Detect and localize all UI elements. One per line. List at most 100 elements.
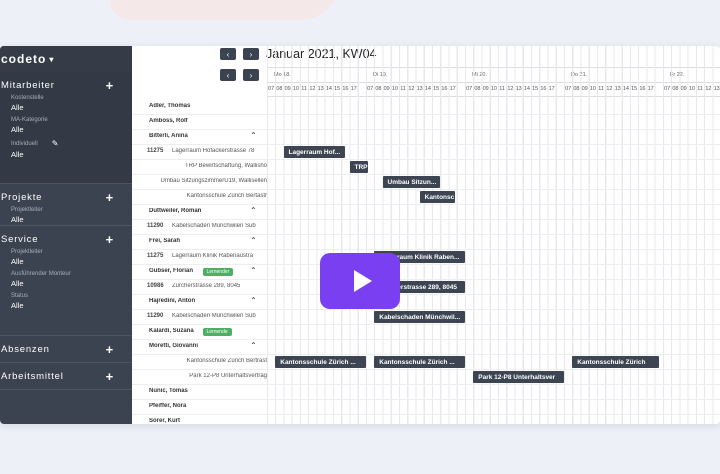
filter-label: Status xyxy=(11,293,29,299)
assignment-bar[interactable]: Park 12-P8 Unterhaltsver xyxy=(473,371,564,383)
plus-icon[interactable]: + xyxy=(106,343,114,356)
filter-value: Alle xyxy=(11,279,24,288)
next-day-button[interactable]: › xyxy=(243,69,259,81)
hour-label: 16 xyxy=(441,86,448,92)
sidebar-section-service: Service + Projektleiter Alle Ausführender Mo… xyxy=(0,226,132,336)
hour-label: 13 xyxy=(515,86,522,92)
hour-label: 09 xyxy=(482,86,489,92)
employee-row[interactable]: Bitterli, Anina ⌃ xyxy=(132,130,720,145)
hour-label: 10 xyxy=(391,86,398,92)
employee-name: Frei, Sarah xyxy=(149,238,181,244)
hour-label: 07 xyxy=(268,86,275,92)
hour-label: 12 xyxy=(606,86,613,92)
pencil-icon[interactable]: ✎ xyxy=(52,139,59,148)
page-title: Januar 2021, KW04 xyxy=(266,47,377,61)
plus-icon[interactable]: + xyxy=(106,191,114,204)
hour-label: 07 xyxy=(565,86,572,92)
hour-label: 15 xyxy=(532,86,539,92)
project-name: Lagerraum Hofackerstrasse 78 xyxy=(172,148,255,154)
plus-icon[interactable]: + xyxy=(106,370,114,383)
chevron-up-icon[interactable]: ⌃ xyxy=(250,296,257,305)
chevron-left-icon: ‹ xyxy=(226,49,230,59)
hour-header-row: 07 08 09 10 11 12 13 14 15 16 17 07 08 09 10 11 12 13 14 15… xyxy=(267,83,720,97)
day-label: Do 21. xyxy=(564,68,663,82)
project-row[interactable]: 11275 Lagerraum Hofackerstrasse 78 xyxy=(132,145,720,160)
project-row[interactable]: Park 12-P8 Unterhaltsvertrag xyxy=(132,370,720,385)
employee-name: Bitterli, Anina xyxy=(149,133,188,139)
filter-ausf-hrender-monteur[interactable]: Ausführender Monteur Alle xyxy=(0,271,132,288)
employee-row[interactable]: Nunic, Tomas xyxy=(132,385,720,400)
employee-name: Amboss, Rolf xyxy=(149,118,188,124)
section-title: Mitarbeiter xyxy=(1,79,55,91)
filter-value: Alle xyxy=(11,301,24,310)
project-number: 11290 xyxy=(147,313,164,319)
play-video-button[interactable] xyxy=(320,253,400,309)
filter-projektleiter[interactable]: Projektleiter Alle xyxy=(0,249,132,266)
chevron-up-icon[interactable]: ⌃ xyxy=(250,206,257,215)
assignment-bar[interactable]: Kantonsschule Zürich ... xyxy=(374,356,465,368)
employee-row[interactable]: Hajredini, Anton ⌃ xyxy=(132,295,720,310)
employee-row[interactable]: Frei, Sarah ⌃ xyxy=(132,235,720,250)
assignment-bar[interactable]: Kantonsschule Zürich ... xyxy=(275,356,366,368)
chevron-right-icon: › xyxy=(249,49,253,59)
hour-label: 14 xyxy=(424,86,431,92)
filter-kostenstelle[interactable]: Kostenstelle Alle xyxy=(0,95,132,112)
employee-name: Adler, Thomas xyxy=(149,103,191,109)
hour-label: 16 xyxy=(540,86,547,92)
chevron-up-icon[interactable]: ⌃ xyxy=(250,236,257,245)
employee-row[interactable]: Sorer, Kurt xyxy=(132,415,720,424)
employee-name: Sorer, Kurt xyxy=(149,418,181,424)
employee-row[interactable]: Gubser, Florian Lernender ⌃ xyxy=(132,265,720,280)
project-row[interactable]: 11290 Kabelschaden Münchwilen Sub xyxy=(132,220,720,235)
employee-row[interactable]: Kalardi, Suzana Lernende xyxy=(132,325,720,340)
employee-row[interactable]: Pfeiffer, Nora xyxy=(132,400,720,415)
hour-label: 17 xyxy=(548,86,555,92)
hour-label: 09 xyxy=(680,86,687,92)
day-label: Di 19. xyxy=(366,68,465,82)
filter-status[interactable]: Status Alle xyxy=(0,293,132,310)
plus-icon[interactable]: + xyxy=(106,233,114,246)
assignment-bar[interactable]: Kantonsc xyxy=(419,191,456,203)
sidebar-section-header[interactable]: Service + xyxy=(0,232,132,246)
hour-label: 16 xyxy=(342,86,349,92)
assignment-bar[interactable]: Umbau Sitzun... xyxy=(382,176,441,188)
prev-day-button[interactable]: ‹ xyxy=(220,69,236,81)
section-title: Arbeitsmittel xyxy=(1,370,64,382)
employee-name: Hajredini, Anton xyxy=(149,298,196,304)
brand-menu[interactable]: codeto ▾ xyxy=(0,46,132,72)
hour-label: 08 xyxy=(276,86,283,92)
project-name: Kantonsschule Zürich Bertastr xyxy=(186,193,267,199)
hour-label: 14 xyxy=(325,86,332,92)
employee-row[interactable]: Adler, Thomas xyxy=(132,100,720,115)
hour-label: 10 xyxy=(490,86,497,92)
prev-week-button[interactable]: ‹ xyxy=(220,48,236,60)
chevron-up-icon[interactable]: ⌃ xyxy=(250,341,257,350)
sidebar-section-header[interactable]: Mitarbeiter + xyxy=(0,78,132,92)
sidebar-section-header[interactable]: Arbeitsmittel + xyxy=(0,369,132,383)
filter-individuell[interactable]: Individuell ✎ Alle xyxy=(0,139,132,159)
filter-value: Alle xyxy=(11,103,24,112)
assignment-bar[interactable]: Kabelschaden Münchwil... xyxy=(374,311,465,323)
filter-projektleiter[interactable]: Projektleiter Alle xyxy=(0,207,132,224)
sidebar-section-header[interactable]: Absenzen + xyxy=(0,342,132,356)
next-week-button[interactable]: › xyxy=(243,48,259,60)
employee-row[interactable]: Duttweiler, Roman ⌃ xyxy=(132,205,720,220)
project-row[interactable]: TRP Bewirtschaftung, Wallisho xyxy=(132,160,720,175)
filter-ma-kategorie[interactable]: MA-Kategorie Alle xyxy=(0,117,132,134)
filter-label: Projektleiter xyxy=(11,207,43,213)
employee-row[interactable]: Amboss, Rolf xyxy=(132,115,720,130)
employee-row[interactable]: Moretti, Giovanni ⌃ xyxy=(132,340,720,355)
chevron-up-icon[interactable]: ⌃ xyxy=(250,266,257,275)
chevron-up-icon[interactable]: ⌃ xyxy=(250,131,257,140)
project-number: 10986 xyxy=(147,283,164,289)
plus-icon[interactable]: + xyxy=(106,79,114,92)
assignment-bar[interactable]: Lagerraum Hof... xyxy=(283,146,346,158)
assignment-bar[interactable]: TRP xyxy=(349,161,369,173)
sidebar-section-header[interactable]: Projekte + xyxy=(0,190,132,204)
day-label: Mo 18. xyxy=(267,68,366,82)
project-number: 11290 xyxy=(147,223,164,229)
hour-label: 09 xyxy=(581,86,588,92)
hour-label: 16 xyxy=(639,86,646,92)
assignment-bar[interactable]: Kantonsschule Zürich xyxy=(572,356,659,368)
sidebar-section-projekte: Projekte + Projektleiter Alle xyxy=(0,184,132,226)
